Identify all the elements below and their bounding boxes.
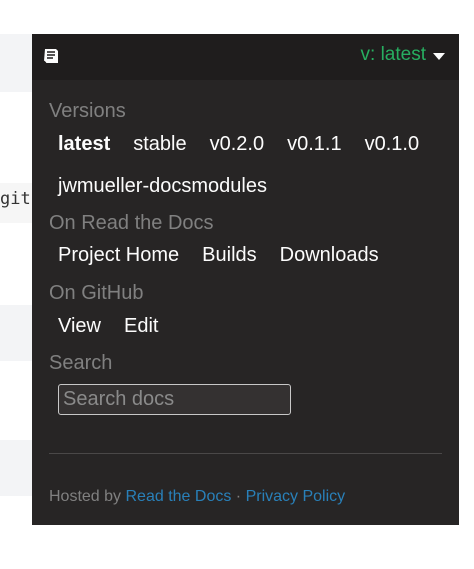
- project-home-link[interactable]: Project Home: [58, 244, 179, 267]
- hosted-by-text: Hosted by: [49, 488, 122, 505]
- version-link-v0-2-0[interactable]: v0.2.0: [210, 133, 264, 156]
- footer-separator: ·: [235, 488, 242, 505]
- read-the-docs-link[interactable]: Read the Docs: [126, 488, 232, 505]
- caret-down-icon: [433, 52, 445, 60]
- versions-flyout-panel: v: latest Versions latest stable v0.2.0 v0.…: [32, 34, 459, 525]
- version-link-v0-1-0[interactable]: v0.1.0: [365, 133, 419, 156]
- rtd-links: Project Home Builds Downloads: [58, 244, 402, 267]
- versions-section-title: Versions: [49, 100, 126, 122]
- downloads-link[interactable]: Downloads: [280, 244, 379, 267]
- version-link-latest[interactable]: latest: [58, 133, 110, 156]
- current-version-label: v: latest: [360, 44, 426, 65]
- version-link-v0-1-1[interactable]: v0.1.1: [287, 133, 341, 156]
- flyout-footer: Hosted by Read the Docs · Privacy Policy: [49, 488, 345, 506]
- version-link-jwmueller-docsmodules[interactable]: jwmueller-docsmodules: [58, 175, 267, 198]
- github-edit-link[interactable]: Edit: [124, 315, 158, 338]
- versions-list: latest stable v0.2.0 v0.1.1 v0.1.0: [58, 133, 442, 156]
- current-version-toggle[interactable]: v: latest: [361, 44, 445, 66]
- flyout-header[interactable]: v: latest: [32, 34, 459, 80]
- footer-divider: [49, 453, 442, 454]
- versions-list-extra: jwmueller-docsmodules: [58, 175, 290, 198]
- github-links: View Edit: [58, 315, 181, 338]
- search-section-title: Search: [49, 352, 113, 374]
- privacy-policy-link[interactable]: Privacy Policy: [246, 488, 346, 505]
- search-input[interactable]: [58, 384, 291, 415]
- github-section-title: On GitHub: [49, 282, 144, 304]
- background-code-text: git: [0, 189, 31, 209]
- github-view-link[interactable]: View: [58, 315, 101, 338]
- book-icon: [43, 49, 58, 64]
- builds-link[interactable]: Builds: [202, 244, 256, 267]
- rtd-section-title: On Read the Docs: [49, 212, 214, 234]
- version-link-stable[interactable]: stable: [133, 133, 186, 156]
